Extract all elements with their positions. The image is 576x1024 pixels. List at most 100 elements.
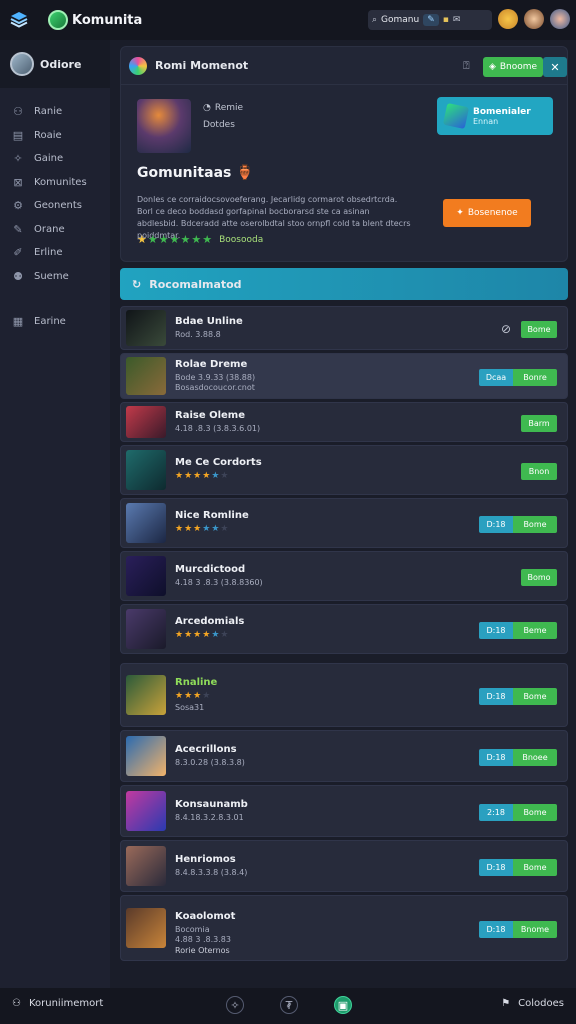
- play-button[interactable]: Bnome: [513, 920, 557, 938]
- game-title[interactable]: Raise Oleme: [175, 410, 245, 421]
- link-icon[interactable]: ⊘: [501, 322, 511, 336]
- sidebar-item-sueme[interactable]: ⚉ Sueme: [0, 265, 110, 289]
- play-button[interactable]: Bomo: [521, 568, 557, 586]
- sidebar-item-gaine[interactable]: ✧ Gaine: [0, 147, 110, 171]
- profile-name: Odiore: [40, 57, 82, 71]
- game-row[interactable]: Nice Romline ★★★★★★ D:18 Bome: [120, 498, 568, 548]
- star-icon: ★: [202, 691, 212, 701]
- game-title[interactable]: Me Ce Cordorts: [175, 457, 262, 468]
- details-button[interactable]: D:18: [479, 687, 513, 705]
- sidebar-item-geonents[interactable]: ⚙ Geonents: [0, 194, 110, 218]
- game-title[interactable]: Konsaunamb: [175, 799, 248, 810]
- layers-icon[interactable]: [8, 9, 30, 31]
- game-thumbnail[interactable]: [126, 556, 166, 596]
- sidebar-item-komunites[interactable]: ⊠ Komunites: [0, 171, 110, 195]
- close-button[interactable]: ✕: [543, 57, 567, 77]
- game-row[interactable]: Arcedomials ★★★★★★ D:18 Beme: [120, 604, 568, 654]
- controller-icon: [48, 10, 68, 30]
- game-row[interactable]: Me Ce Cordorts ★★★★★★ Bnon: [120, 445, 568, 495]
- game-row[interactable]: Murcdictood 4.18 3 .8.3 (3.8.8360) Bomo: [120, 551, 568, 601]
- game-row[interactable]: Henriomos 8.4.8.3.3.8 (3.8.4) D:18 Bome: [120, 840, 568, 892]
- details-button[interactable]: 2:18: [479, 803, 513, 821]
- game-title[interactable]: Rolae Dreme: [175, 359, 247, 370]
- play-button[interactable]: Bnoee: [513, 748, 557, 766]
- game-subtitle: Bode 3.9.33 (38.88) Bosasdocoucor.cnot: [175, 373, 256, 392]
- game-thumbnail[interactable]: [126, 736, 166, 776]
- game-cover[interactable]: [137, 99, 191, 153]
- user-avatar[interactable]: [524, 9, 544, 29]
- game-title[interactable]: Koaolomot: [175, 911, 235, 922]
- sidebar-item-ranie[interactable]: ⚇ Ranie: [0, 100, 110, 124]
- game-thumbnail[interactable]: [126, 450, 166, 490]
- play-button[interactable]: Bnon: [521, 462, 557, 480]
- details-button[interactable]: D:18: [479, 748, 513, 766]
- play-button[interactable]: Bome: [521, 320, 557, 338]
- game-subtitle: 4.18 3 .8.3 (3.8.8360): [175, 578, 263, 587]
- recommended-header[interactable]: ↻ Rocomalmatod: [120, 268, 568, 300]
- play-button[interactable]: Bome: [513, 687, 557, 705]
- game-thumbnail[interactable]: [126, 908, 166, 948]
- game-thumbnail[interactable]: [126, 310, 166, 346]
- profile-avatar[interactable]: [550, 9, 570, 29]
- game-title[interactable]: Murcdictood: [175, 564, 245, 575]
- bottom-right-label: Colodoes: [518, 998, 564, 1009]
- game-thumbnail[interactable]: [126, 357, 166, 395]
- bottom-left[interactable]: ⚇ Koruniimemort: [12, 998, 103, 1009]
- primary-action-button[interactable]: ◈ Bnoome: [483, 57, 543, 77]
- sidebar-item-roaie[interactable]: ▤ Roaie: [0, 124, 110, 148]
- game-thumbnail[interactable]: [126, 791, 166, 831]
- home-icon[interactable]: ▣: [334, 996, 352, 1014]
- emoji-avatar[interactable]: [498, 9, 518, 29]
- details-button[interactable]: D:18: [479, 920, 513, 938]
- secondary-action-button[interactable]: ✦ Bosenenoe: [443, 199, 531, 227]
- game-thumbnail[interactable]: [126, 503, 166, 543]
- game-thumbnail[interactable]: [126, 675, 166, 715]
- help-icon[interactable]: ⍰: [463, 59, 470, 73]
- search-bar[interactable]: ⌕ Gomanu ✎ ▪ ✉: [368, 10, 492, 30]
- game-row[interactable]: Bdae Unline Rod. 3.88.8 Bome ⊘: [120, 306, 568, 350]
- game-title[interactable]: Arcedomials: [175, 616, 244, 627]
- bottom-right[interactable]: ⚑ Colodoes: [501, 998, 564, 1009]
- play-button[interactable]: Bome: [513, 803, 557, 821]
- mail-icon[interactable]: ✉: [453, 15, 461, 25]
- details-button[interactable]: D:18: [479, 858, 513, 876]
- game-title[interactable]: Nice Romline: [175, 510, 249, 521]
- game-thumbnail[interactable]: [126, 846, 166, 886]
- game-thumbnail[interactable]: [126, 406, 166, 438]
- game-title[interactable]: Rnaline: [175, 677, 217, 688]
- game-title[interactable]: Bdae Unline: [175, 316, 243, 327]
- currency-icon[interactable]: ₮: [280, 996, 298, 1014]
- details-button[interactable]: D:18: [479, 515, 513, 533]
- game-row[interactable]: Rnaline ★★★★ Sosa31 D:18 Bome: [120, 663, 568, 727]
- sidebar-item-label: Komunites: [34, 176, 87, 188]
- feature-card[interactable]: Bomenialer Ennan: [437, 97, 553, 135]
- game-title[interactable]: Acecrillons: [175, 744, 237, 755]
- sidebar-profile[interactable]: Odiore: [0, 40, 110, 88]
- edit-icon[interactable]: ✎: [423, 14, 439, 26]
- sidebar-item-earine[interactable]: ▦ Earine: [0, 310, 110, 334]
- details-button[interactable]: Dcaa: [479, 368, 513, 386]
- tag-icon[interactable]: ▪: [443, 15, 449, 25]
- sidebar-item-label: Earine: [34, 316, 66, 328]
- sidebar-item-erline[interactable]: ✐ Erline: [0, 241, 110, 265]
- action-button-group: D:18 Bome: [479, 515, 557, 533]
- game-meta-1-text: Remie: [214, 103, 244, 113]
- star-icon: ★: [202, 524, 212, 534]
- brand[interactable]: Komunita: [48, 10, 142, 30]
- game-row[interactable]: Raise Oleme 4.18 .8.3 (3.8.3.6.01) Barm: [120, 402, 568, 442]
- play-button[interactable]: Beme: [513, 621, 557, 639]
- game-row[interactable]: Konsaunamb 8.4.18.3.2.8.3.01 2:18 Bome: [120, 785, 568, 837]
- game-title[interactable]: Henriomos: [175, 854, 236, 865]
- sidebar-item-orane[interactable]: ✎ Orane: [0, 218, 110, 242]
- details-button[interactable]: D:18: [479, 621, 513, 639]
- play-button[interactable]: Barm: [521, 414, 557, 432]
- compass-icon[interactable]: ✧: [226, 996, 244, 1014]
- game-row[interactable]: Rolae Dreme Bode 3.9.33 (38.88) Bosasdoco…: [120, 353, 568, 399]
- play-button[interactable]: Bonre: [513, 368, 557, 386]
- game-thumbnail[interactable]: [126, 609, 166, 649]
- gamepad-icon: ✧: [13, 152, 23, 166]
- play-button[interactable]: Bome: [513, 515, 557, 533]
- play-button[interactable]: Bome: [513, 858, 557, 876]
- game-row[interactable]: Acecrillons 8.3.0.28 (3.8.3.8) D:18 Bnoee: [120, 730, 568, 782]
- game-row[interactable]: Koaolomot Bocomia 4.88 3 .8.3.83 Rorie Ote…: [120, 895, 568, 961]
